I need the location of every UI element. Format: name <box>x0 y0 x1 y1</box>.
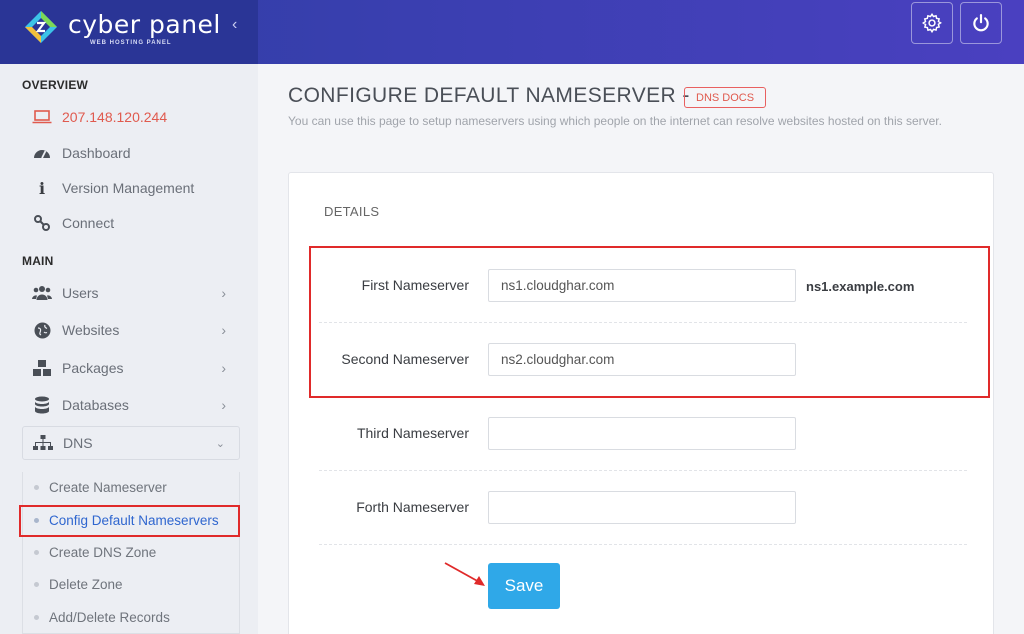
chevron-down-icon: ⌄ <box>215 437 225 450</box>
gear-icon <box>921 12 942 34</box>
database-icon <box>32 395 52 415</box>
bullet-icon <box>34 614 39 620</box>
sidebar-item-dns[interactable]: DNS ⌄ <box>22 426 240 460</box>
third-nameserver-input[interactable] <box>488 417 796 450</box>
main-content: CONFIGURE DEFAULT NAMESERVER - DNS DOCS … <box>258 64 1024 634</box>
brand-name: cyber panel <box>68 10 221 39</box>
connect-icon <box>32 213 52 233</box>
dashboard-icon <box>32 143 52 163</box>
sidebar-collapse-icon[interactable]: ‹ <box>232 16 237 34</box>
top-bar: cyber panel WEB HOSTING PANEL ‹ <box>0 0 1024 64</box>
sidebar-item-databases[interactable]: Databases › <box>22 388 240 422</box>
sidebar-item-label: Users <box>62 285 99 301</box>
main-heading: MAIN <box>22 254 54 268</box>
page-subtitle: You can use this page to setup nameserve… <box>288 114 942 128</box>
sidebar-item-connect[interactable]: Connect <box>22 206 240 240</box>
submenu-item-create-nameserver[interactable]: Create Nameserver <box>23 472 241 502</box>
packages-icon <box>32 358 52 378</box>
chevron-right-icon: › <box>221 360 226 376</box>
sidebar: OVERVIEW 207.148.120.244 Dashboard i Ver… <box>0 64 258 634</box>
sidebar-item-label: DNS <box>63 435 93 451</box>
sidebar-item-label: Version Management <box>62 180 195 196</box>
logo-area: cyber panel WEB HOSTING PANEL ‹ <box>0 0 258 64</box>
annotation-arrow-icon <box>444 562 485 586</box>
dns-submenu: Create Nameserver Config Default Nameser… <box>22 472 240 634</box>
highlight-box-nameservers <box>309 246 990 398</box>
bullet-icon <box>34 484 39 490</box>
save-button[interactable]: Save <box>488 563 560 609</box>
sidebar-item-label: Dashboard <box>62 145 131 161</box>
globe-icon <box>32 320 52 340</box>
row-divider <box>319 544 967 545</box>
forth-nameserver-input[interactable] <box>488 491 796 524</box>
sidebar-item-websites[interactable]: Websites › <box>22 313 240 347</box>
power-icon <box>973 14 989 32</box>
cyberpanel-logo-icon <box>25 11 57 43</box>
highlight-box-sidebar <box>19 505 240 537</box>
info-icon: i <box>38 178 46 198</box>
chevron-right-icon: › <box>221 397 226 413</box>
power-button[interactable] <box>960 2 1002 44</box>
sidebar-item-label: Connect <box>62 215 115 231</box>
row-divider <box>319 470 967 471</box>
details-heading: DETAILS <box>324 204 380 219</box>
submenu-item-delete-zone[interactable]: Delete Zone <box>23 569 241 599</box>
forth-nameserver-label: Forth Nameserver <box>356 499 469 515</box>
chevron-right-icon: › <box>221 285 226 301</box>
sidebar-item-ip[interactable]: 207.148.120.244 <box>22 100 240 134</box>
sitemap-icon <box>33 433 53 453</box>
sidebar-item-users[interactable]: Users › <box>22 276 240 310</box>
sidebar-item-label: Websites <box>62 322 120 338</box>
submenu-item-add-delete-records[interactable]: Add/Delete Records <box>23 602 241 632</box>
dns-docs-link[interactable]: DNS DOCS <box>684 87 767 108</box>
overview-heading: OVERVIEW <box>22 78 89 92</box>
submenu-item-create-dns-zone[interactable]: Create DNS Zone <box>23 537 241 567</box>
sidebar-item-packages[interactable]: Packages › <box>22 351 240 385</box>
bullet-icon <box>34 581 39 587</box>
settings-button[interactable] <box>911 2 953 44</box>
sidebar-item-label: Packages <box>62 360 124 376</box>
details-panel: DETAILS First Nameserver ns1.cloudghar.c… <box>288 172 994 634</box>
third-nameserver-label: Third Nameserver <box>356 425 469 441</box>
laptop-icon <box>32 107 52 127</box>
sidebar-item-label: Databases <box>62 397 129 413</box>
sidebar-item-dashboard[interactable]: Dashboard <box>22 136 240 170</box>
page-title: CONFIGURE DEFAULT NAMESERVER - <box>288 84 690 107</box>
chevron-right-icon: › <box>221 322 226 338</box>
bullet-icon <box>34 549 39 555</box>
brand-tagline: WEB HOSTING PANEL <box>90 40 172 46</box>
sidebar-item-version-management[interactable]: i Version Management <box>22 171 240 205</box>
users-icon <box>32 283 52 303</box>
ip-address: 207.148.120.244 <box>62 109 168 125</box>
